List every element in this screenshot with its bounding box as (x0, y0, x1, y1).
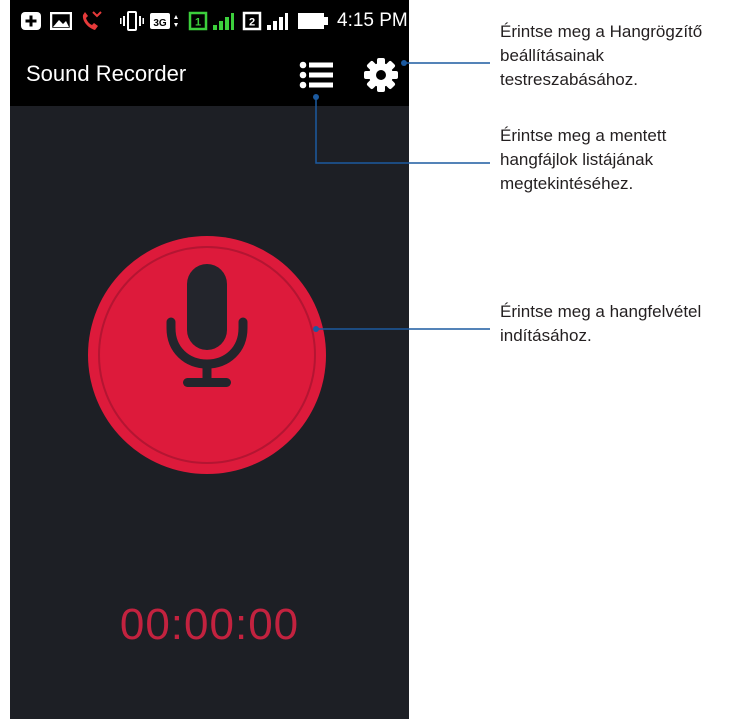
recordings-list-button[interactable] (298, 58, 336, 92)
battery-icon (298, 13, 328, 29)
missed-call-icon (82, 11, 102, 30)
microphone-icon (166, 264, 248, 387)
gear-icon (364, 58, 398, 92)
vibrate-icon (120, 11, 144, 31)
record-button[interactable] (88, 236, 326, 474)
sim2-icon: 2 (242, 11, 262, 31)
image-icon (50, 12, 72, 30)
list-icon (299, 61, 333, 89)
3g-icon: 3G (150, 13, 178, 29)
status-bar: 3G 1 2 4:15 PM (10, 0, 409, 42)
recording-timer: 00:00:00 (119, 600, 300, 649)
annotation-list: Érintse meg a mentett hangfájlok listájá… (500, 126, 667, 193)
sim1-icon: 1 (188, 11, 208, 31)
action-bar: Sound Recorder (10, 42, 409, 106)
sim1-label: 1 (195, 17, 201, 29)
settings-button[interactable] (362, 56, 400, 94)
status-time: 4:15 PM (337, 10, 408, 31)
signal-icon (267, 13, 288, 30)
annotation-record: Érintse meg a hangfelvétel indításához. (500, 302, 702, 345)
phone-screen: 3G 1 2 4:15 PM Sound Recorder 00:00:00 (10, 0, 409, 719)
app-title: Sound Recorder (26, 61, 187, 86)
network-type-label: 3G (153, 18, 167, 29)
signal-icon (213, 13, 234, 30)
plus-badge-icon (21, 12, 41, 30)
sim2-label: 2 (249, 17, 255, 29)
annotation-settings: Érintse meg a Hangrögzítő beállításainak… (500, 22, 703, 89)
